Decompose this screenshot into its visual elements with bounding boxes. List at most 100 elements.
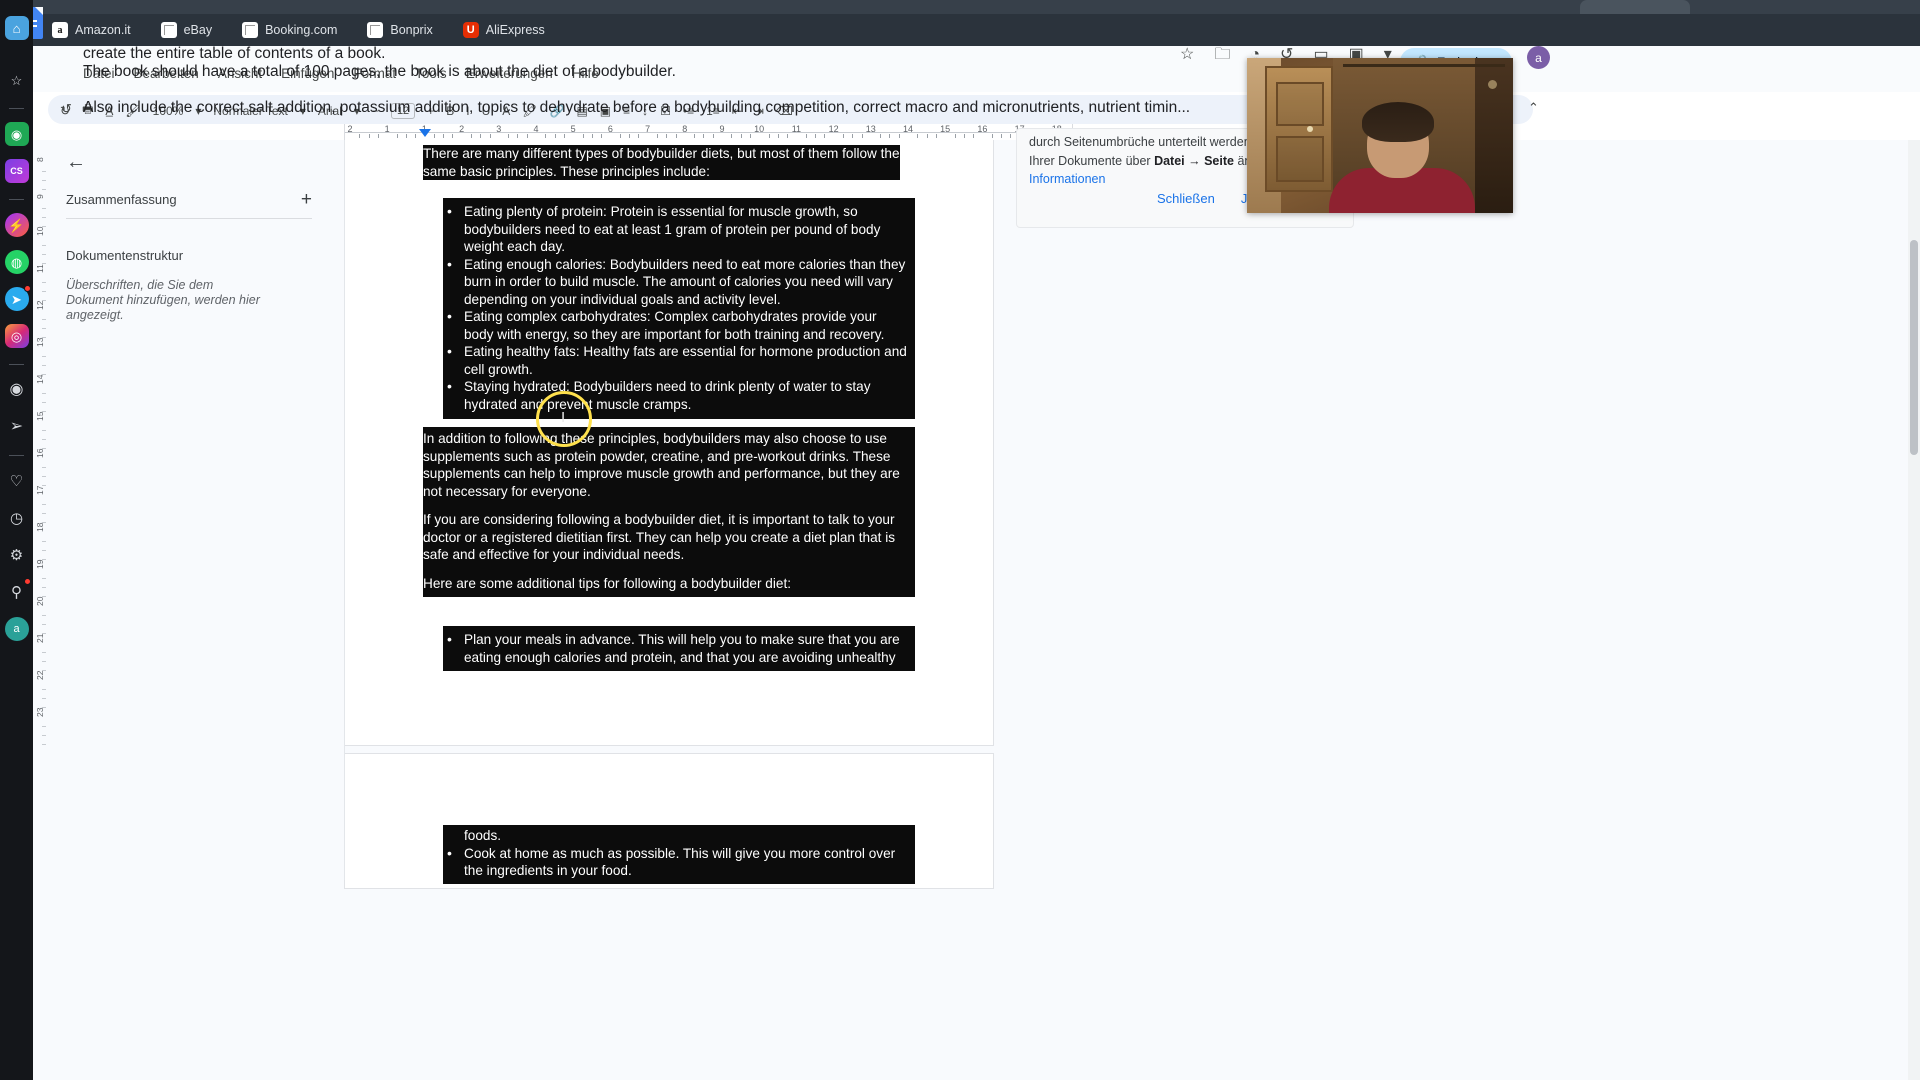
doc-page2-content[interactable]: foods. Cook at home as much as possible.… [443,823,915,884]
document-title-line-2[interactable]: The book should have a total of 100 page… [83,63,676,81]
document-title-line-1[interactable]: create the entire table of contents of a… [83,45,385,63]
paragraph: If you are considering following a bodyb… [423,512,896,563]
browser-tab[interactable] [1580,0,1690,14]
ruler-tick [973,134,975,138]
rail-item-home[interactable]: ⌂ [4,16,29,40]
bookmark-label: Booking.com [265,23,338,37]
rail-item-whatsapp-business[interactable]: ◉ [4,122,29,146]
whatsapp-business-icon: ◉ [10,126,23,142]
vertical-ruler-number: 17 [35,485,45,495]
rail-item-history[interactable]: ◷ [5,506,29,530]
rail-item-favorites-heart[interactable]: ♡ [5,469,29,493]
webcam-overlay[interactable] [1247,58,1513,213]
avatar[interactable]: a [1527,46,1550,69]
ruler-tick [563,134,565,138]
vertical-ruler-tick [42,541,46,542]
vertical-ruler-tick [42,744,46,745]
bookmark-aliexpress[interactable]: U AliExpress [459,18,549,42]
rail-item-amazon-app[interactable]: a [4,617,29,641]
ruler-tick [703,134,705,138]
back-arrow-icon[interactable]: ← [66,152,86,172]
ruler-number: 4 [533,124,539,134]
rail-item-telegram[interactable]: ➤ [4,285,31,311]
move-to-folder-icon[interactable]: 🗀 [1214,47,1230,63]
ruler-tick [731,134,733,138]
ruler-tick [443,134,444,138]
window-close-button[interactable] [1820,2,1830,12]
selected-text: Eating plenty of protein: Protein is ess… [443,198,915,420]
document-title-line-3[interactable]: Also include the correct salt addition, … [83,99,1190,117]
ruler-number: 8 [682,124,688,134]
vertical-ruler-tick [42,513,46,514]
ruler-number: 12 [828,124,839,134]
vertical-ruler-tick [42,180,46,181]
vertical-ruler-tick [42,726,46,727]
rail-item-video[interactable]: ◉ [5,378,29,402]
ruler-tick [777,134,779,138]
ruler-tick [889,134,891,138]
vertical-ruler-number: 12 [35,300,45,310]
ruler-tick [433,134,435,138]
doc-bullet-list-1[interactable]: Eating plenty of protein: Protein is ess… [443,194,915,424]
ruler-tick [740,134,742,138]
rail-item-location[interactable]: ⚲ [5,578,31,604]
rail-item-messenger[interactable]: ⚡ [4,213,29,237]
doc-paragraph-intro[interactable]: There are many different types of bodybu… [423,143,915,184]
continuation-text: foods. [464,828,502,843]
doc-bullet-list-2[interactable]: Plan your meals in advance. This will he… [443,622,915,673]
ruler-tick [601,134,603,138]
rail-item-send[interactable]: ➢ [5,415,29,439]
ruler-tick [712,134,714,138]
close-button[interactable]: Schließen [1157,191,1215,206]
paragraph: Here are some additional tips for follow… [423,575,791,591]
rail-item-favorites[interactable]: ☆ [5,68,29,92]
ruler-tick [396,134,398,138]
rail-item-whatsapp[interactable]: ◍ [4,250,29,274]
webcam-door [1265,66,1333,192]
vertical-ruler-tick [42,467,46,468]
plus-icon[interactable]: + [301,190,312,209]
doc-paragraph-group-2[interactable]: In addition to following these principle… [423,424,915,603]
intro-line-2: same basic principles. These principles … [423,163,710,179]
list-item: Cook at home as much as possible. This w… [443,844,909,880]
ruler-tick [852,134,854,138]
ruler-tick [917,134,919,138]
window-minimize-button[interactable] [1760,2,1770,12]
vertical-ruler-tick [42,208,46,209]
bookmark-amazon[interactable]: a Amazon.it [48,18,135,42]
rail-item-instagram[interactable]: ◎ [4,324,29,348]
vertical-scrollbar[interactable] [1908,140,1920,1080]
vertical-ruler-tick [42,652,46,653]
rail-item-settings[interactable]: ⚙ [5,543,29,567]
bookmark-booking[interactable]: Booking.com [238,18,341,42]
bookmark-ebay[interactable]: eBay [157,18,217,42]
ruler-track [344,132,1072,133]
vertical-ruler: 8 9 10 11 12 13 14 15 16 17 18 19 20 21 22 23 [33,140,48,880]
bookmark-bonprix[interactable]: Bonprix [363,18,436,42]
document-icon [367,22,384,38]
bullet-list: Plan your meals in advance. This will he… [443,630,909,666]
vertical-ruler-tick [42,735,46,736]
aliexpress-icon: U [462,22,479,38]
star-icon[interactable]: ☆ [1180,47,1194,63]
ruler-tick [545,134,547,138]
vertical-ruler-number: 14 [35,374,45,384]
rail-item-cs[interactable]: CS [4,159,29,183]
undo-icon[interactable]: ↺ [61,101,72,117]
vertical-ruler-tick [42,550,46,551]
notification-badge [23,578,31,585]
ruler-number: 16 [977,124,988,134]
toolbar-expand-icon[interactable]: ⌃ [1528,100,1539,116]
bookmark-label: Amazon.it [75,23,131,37]
webcam-shelf [1343,64,1505,67]
window-maximize-button[interactable] [1790,2,1800,12]
ruler-tick [824,134,826,138]
vertical-ruler-tick [42,291,46,292]
ruler-tick [517,134,519,138]
cs-app-icon: CS [10,165,23,176]
vertical-ruler-tick [42,615,46,616]
scrollbar-thumb[interactable] [1910,240,1918,455]
bookmark-label: AliExpress [485,23,545,37]
first-line-indent-marker[interactable] [419,129,431,137]
